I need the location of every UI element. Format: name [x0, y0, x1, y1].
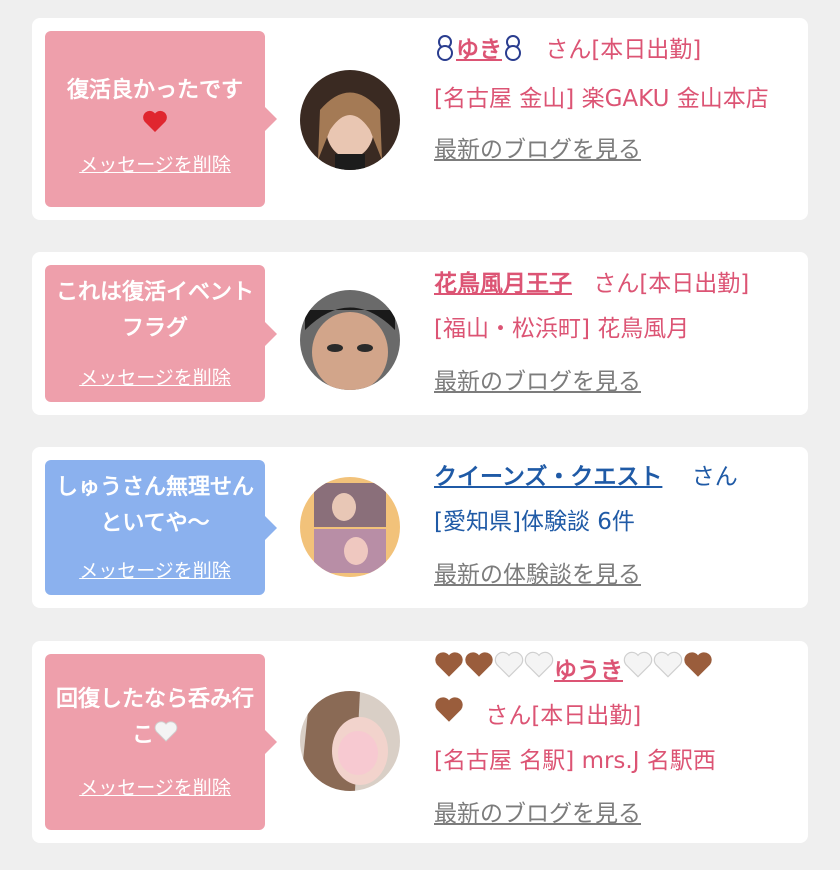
honorific-status: さん[本日出勤]	[545, 37, 702, 63]
honorific-status: さん[本日出勤]	[485, 703, 642, 729]
red-heart-icon	[142, 109, 168, 145]
delete-message-link[interactable]: メッセージを削除	[45, 556, 265, 583]
shop-name: [名古屋 名駅] mrs.J 名駅西	[434, 748, 716, 774]
message-text: これは復活イベントフラグ	[55, 280, 254, 341]
name-line: クイーンズ・クエスト さん	[434, 455, 794, 500]
white-heart-icon	[494, 649, 524, 694]
latest-review-link[interactable]: 最新の体験談を見る	[434, 553, 794, 598]
name-line: 花鳥風月王子 さん[本日出勤]	[434, 262, 794, 307]
white-heart-icon	[154, 718, 178, 754]
shop-name: [愛知県]体験談 6件	[434, 509, 635, 535]
delete-message-link[interactable]: メッセージを削除	[45, 773, 265, 800]
brown-heart-icon	[434, 649, 464, 694]
delete-message-link[interactable]: メッセージを削除	[45, 363, 265, 390]
message-card-4: 回復したなら呑み行こ メッセージを削除 ゆうき さん[本日出勤] [名古屋 名駅…	[32, 641, 808, 843]
message-text: 復活良かったです	[66, 78, 243, 103]
message-bubble: しゅうさん無理せんといてや〜 メッセージを削除	[45, 460, 277, 595]
message-bubble: 復活良かったです メッセージを削除	[45, 31, 277, 207]
name-line: ゆき さん[本日出勤]	[434, 28, 794, 77]
avatar[interactable]	[300, 691, 400, 791]
name-line: ゆうき	[434, 649, 794, 694]
message-card-2: これは復活イベントフラグ メッセージを削除 花鳥風月王子 さん[本日出勤] [福…	[32, 252, 808, 415]
latest-blog-link[interactable]: 最新のブログを見る	[434, 128, 794, 173]
honorific-status: さん[本日出勤]	[593, 271, 750, 297]
message-card-1: 復活良かったです メッセージを削除 ゆき さん[本日出勤] [名古屋 金山] 楽…	[32, 18, 808, 220]
message-text-wrap: 復活良かったです	[45, 31, 265, 145]
profile-name-link[interactable]: クイーンズ・クエスト	[434, 464, 662, 490]
message-bubble: これは復活イベントフラグ メッセージを削除	[45, 265, 277, 402]
name-line-continued: さん[本日出勤]	[434, 694, 794, 739]
brown-heart-icon	[464, 649, 494, 694]
avatar[interactable]	[300, 70, 400, 170]
profile-name-link[interactable]: 花鳥風月王子	[434, 271, 572, 297]
latest-blog-link[interactable]: 最新のブログを見る	[434, 360, 794, 405]
profile-info: ゆき さん[本日出勤] [名古屋 金山] 楽GAKU 金山本店 最新のブログを見…	[434, 28, 794, 173]
white-heart-icon	[623, 649, 653, 694]
white-heart-icon	[653, 649, 683, 694]
shop-name: [福山・松浜町] 花鳥風月	[434, 316, 690, 342]
profile-name-link[interactable]: ゆうき	[554, 658, 623, 684]
message-text-wrap: 回復したなら呑み行こ	[45, 654, 265, 754]
latest-blog-link[interactable]: 最新のブログを見る	[434, 792, 794, 837]
snowman-icon	[502, 32, 524, 77]
snowman-icon	[434, 32, 456, 77]
delete-message-link[interactable]: メッセージを削除	[45, 150, 265, 177]
honorific-status: さん	[691, 464, 738, 490]
message-text: しゅうさん無理せんといてや〜	[55, 475, 254, 536]
shop-name: [名古屋 金山] 楽GAKU 金山本店	[434, 86, 769, 112]
avatar[interactable]	[300, 290, 400, 390]
brown-heart-icon	[434, 694, 464, 739]
avatar[interactable]	[300, 477, 400, 577]
profile-info: 花鳥風月王子 さん[本日出勤] [福山・松浜町] 花鳥風月 最新のブログを見る	[434, 262, 794, 405]
brown-heart-icon	[683, 649, 713, 694]
profile-name-link[interactable]: ゆき	[456, 37, 502, 63]
profile-info: ゆうき さん[本日出勤] [名古屋 名駅] mrs.J 名駅西 最新のブログを見…	[434, 649, 794, 837]
message-card-3: しゅうさん無理せんといてや〜 メッセージを削除 クイーンズ・クエスト さん [愛…	[32, 447, 808, 608]
message-bubble: 回復したなら呑み行こ メッセージを削除	[45, 654, 277, 830]
white-heart-icon	[524, 649, 554, 694]
profile-info: クイーンズ・クエスト さん [愛知県]体験談 6件 最新の体験談を見る	[434, 455, 794, 598]
